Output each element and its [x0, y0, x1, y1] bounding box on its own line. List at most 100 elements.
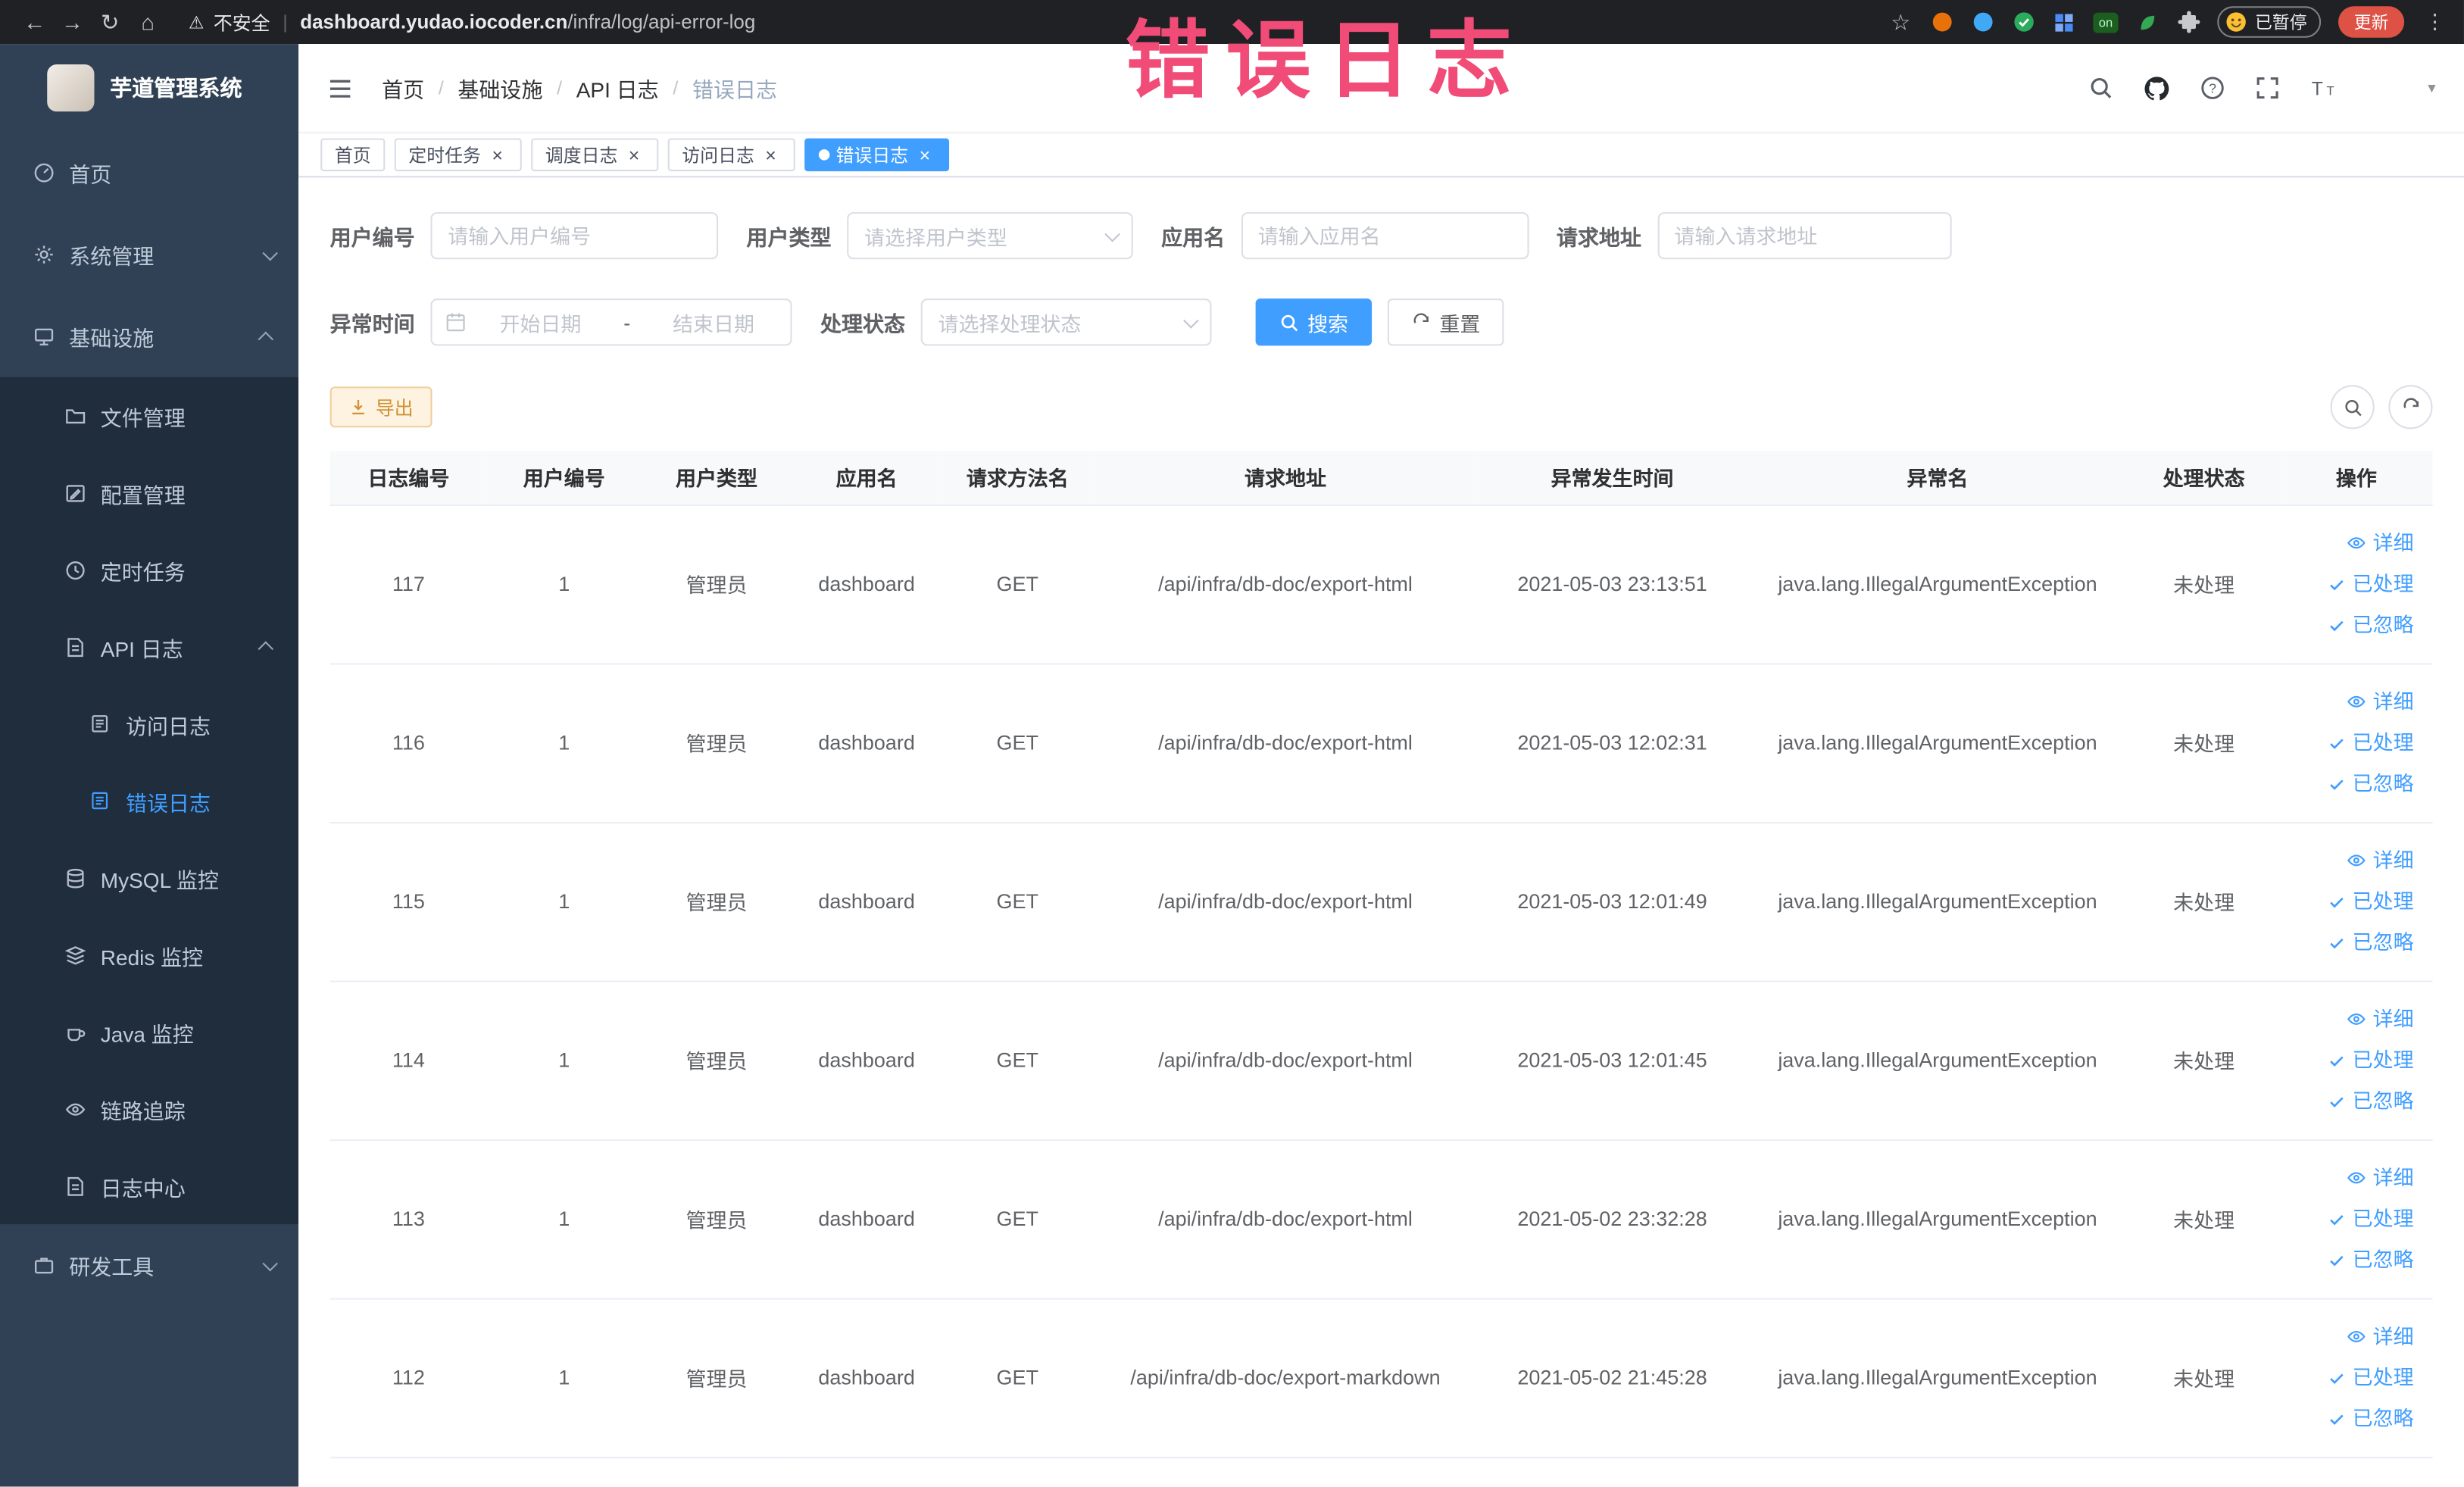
header-search-icon[interactable]	[2088, 76, 2113, 101]
cell-request-url: /api/infra/db-doc/export-html	[1093, 663, 1478, 823]
mark-ignored-link[interactable]: 已忽略	[2287, 763, 2414, 804]
search-button[interactable]: 搜索	[1255, 298, 1373, 346]
smiley-avatar-icon	[2226, 12, 2246, 32]
tab-label: 错误日志	[835, 146, 909, 166]
font-size-icon[interactable]: TT	[2310, 76, 2338, 101]
svg-text:?: ?	[2209, 80, 2216, 95]
breadcrumb-api-log[interactable]: API 日志	[576, 72, 659, 103]
calendar-icon	[446, 313, 465, 332]
extension-on-badge-icon[interactable]: on	[2093, 11, 2119, 33]
mark-processed-link[interactable]: 已处理	[2287, 722, 2414, 763]
user-type-select[interactable]: 请选择用户类型	[847, 212, 1133, 260]
address-bar[interactable]: dashboard.yudao.iocoder.cn/infra/log/api…	[300, 11, 755, 33]
sidebar-item-infra[interactable]: 基础设施	[0, 295, 298, 377]
tab-close-icon[interactable]: ×	[760, 145, 781, 165]
sidebar-item-redis-monitor[interactable]: Redis 监控	[0, 916, 298, 993]
view-tab[interactable]: 错误日志 ×	[804, 138, 950, 172]
detail-link[interactable]: 详细	[2287, 681, 2414, 722]
export-button[interactable]: 导出	[329, 386, 433, 428]
cell-status: 未处理	[2128, 822, 2281, 982]
user-menu[interactable]: ▾	[2368, 63, 2435, 113]
browser-back-icon[interactable]: ←	[16, 0, 54, 44]
mark-processed-link[interactable]: 已处理	[2287, 1357, 2414, 1398]
browser-home-icon[interactable]: ⌂	[129, 0, 167, 44]
sidebar-item-mysql-monitor[interactable]: MySQL 监控	[0, 839, 298, 917]
site-security-chip[interactable]: ⚠ 不安全	[189, 8, 270, 35]
mark-processed-link[interactable]: 已处理	[2287, 1198, 2414, 1239]
extensions-puzzle-icon[interactable]	[2176, 10, 2200, 33]
sidebar-item-log-center[interactable]: 日志中心	[0, 1147, 298, 1224]
view-tab[interactable]: 定时任务 ×	[394, 138, 522, 172]
cell-exception-time: 2021-05-03 12:02:31	[1477, 663, 1747, 823]
sidebar-item-java-monitor[interactable]: Java 监控	[0, 993, 298, 1070]
github-icon[interactable]	[2144, 75, 2170, 102]
sidebar-item-config-manage[interactable]: 配置管理	[0, 455, 298, 532]
sidebar-item-dev-tools[interactable]: 研发工具	[0, 1224, 298, 1306]
user-id-input[interactable]	[430, 212, 719, 260]
sidebar-item-system[interactable]: 系统管理	[0, 214, 298, 295]
view-tab[interactable]: 首页	[320, 138, 386, 172]
browser-update-button[interactable]: 更新	[2338, 6, 2405, 38]
browser-forward-icon[interactable]: →	[54, 0, 92, 44]
tab-close-icon[interactable]: ×	[914, 145, 935, 165]
detail-link[interactable]: 详细	[2287, 840, 2414, 881]
app-name-input[interactable]	[1240, 212, 1529, 260]
chevron-down-icon	[262, 1254, 278, 1271]
breadcrumb-infra[interactable]: 基础设施	[458, 72, 542, 103]
extension-grid-icon[interactable]	[2052, 10, 2075, 33]
profile-paused-chip[interactable]: 已暂停	[2217, 6, 2322, 38]
mark-ignored-link[interactable]: 已忽略	[2287, 1080, 2414, 1121]
detail-link[interactable]: 详细	[2287, 523, 2414, 564]
sidebar-item-home[interactable]: 首页	[0, 132, 298, 214]
mark-processed-link[interactable]: 已处理	[2287, 881, 2414, 922]
app-title: 芋道管理系统	[110, 75, 242, 101]
refresh-table-button[interactable]	[2388, 385, 2433, 430]
view-tab[interactable]: 访问日志 ×	[667, 138, 795, 172]
mark-ignored-link[interactable]: 已忽略	[2287, 922, 2414, 963]
check-icon	[2330, 779, 2344, 789]
sidebar-item-scheduled-job[interactable]: 定时任务	[0, 531, 298, 608]
sidebar-item-error-log[interactable]: 错误日志	[0, 762, 298, 839]
sidebar-item-api-log[interactable]: API 日志	[0, 608, 298, 686]
cell-method: GET	[941, 980, 1094, 1141]
mark-ignored-link[interactable]: 已忽略	[2287, 1398, 2414, 1439]
mark-ignored-link[interactable]: 已忽略	[2287, 604, 2414, 645]
process-status-select[interactable]: 请选择处理状态	[920, 298, 1212, 346]
sidebar-item-file-manage[interactable]: 文件管理	[0, 377, 298, 455]
browser-reload-icon[interactable]: ↻	[91, 0, 129, 44]
extension-orange-icon[interactable]	[1930, 10, 1953, 33]
tab-close-icon[interactable]: ×	[624, 145, 645, 165]
screenshot-root: ← → ↻ ⌂ ⚠ 不安全 | dashboard.yudao.iocoder.…	[0, 0, 2464, 1487]
detail-link[interactable]: 详细	[2287, 998, 2414, 1039]
browser-menu-icon[interactable]: ⋮	[2422, 9, 2448, 34]
filter-row-1: 用户编号 用户类型 请选择用户类型 应用名	[330, 212, 2433, 260]
fullscreen-icon[interactable]	[2255, 76, 2280, 101]
extension-leaf-icon[interactable]	[2135, 10, 2159, 33]
request-url-input[interactable]	[1657, 212, 1951, 260]
detail-link[interactable]: 详细	[2287, 1157, 2414, 1198]
check-icon	[2330, 1373, 2344, 1384]
tab-close-icon[interactable]: ×	[487, 145, 507, 165]
sidebar-item-access-log[interactable]: 访问日志	[0, 686, 298, 763]
cell-user-type: 管理员	[641, 1298, 792, 1458]
mark-processed-link[interactable]: 已处理	[2287, 564, 2414, 604]
bookmark-star-icon[interactable]: ☆	[1889, 8, 1913, 33]
cell-status: 未处理	[2128, 504, 2281, 664]
extension-blue-icon[interactable]	[1971, 10, 1994, 33]
sidebar-item-link-trace[interactable]: 链路追踪	[0, 1070, 298, 1148]
breadcrumb-home[interactable]: 首页	[382, 72, 424, 103]
reset-button[interactable]: 重置	[1387, 298, 1504, 346]
mark-ignored-link[interactable]: 已忽略	[2287, 1239, 2414, 1280]
mark-processed-link[interactable]: 已处理	[2287, 1039, 2414, 1080]
detail-link[interactable]: 详细	[2287, 1316, 2414, 1357]
warning-icon: ⚠	[188, 13, 205, 33]
exception-time-range-picker[interactable]: 开始日期 - 结束日期	[430, 298, 792, 346]
toggle-search-button[interactable]	[2330, 385, 2375, 430]
extension-green-check-icon[interactable]	[2011, 10, 2035, 33]
help-icon[interactable]: ?	[2200, 76, 2225, 101]
app-logo[interactable]: 芋道管理系统	[0, 44, 298, 132]
cell-operations: 详细 已处理 已忽略	[2280, 504, 2433, 664]
view-tab[interactable]: 调度日志 ×	[531, 138, 659, 172]
column-header: 异常发生时间	[1477, 451, 1747, 505]
sidebar-toggle-icon[interactable]	[327, 75, 354, 102]
